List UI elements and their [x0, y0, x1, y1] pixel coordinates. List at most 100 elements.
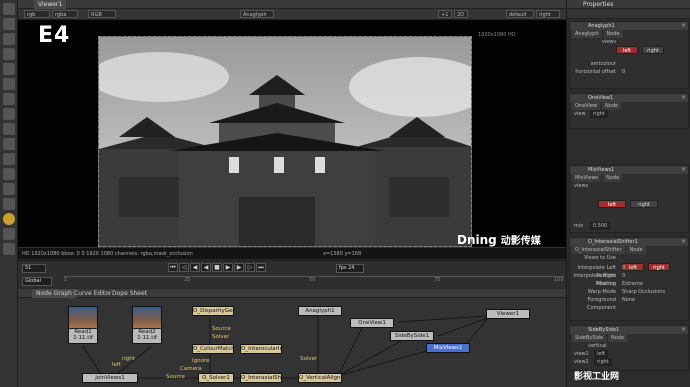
mix-value[interactable]: 0.500 [590, 222, 611, 230]
tab-node[interactable]: Node [626, 246, 646, 254]
solver-node[interactable]: O_Solver1 [198, 373, 234, 383]
tab-oneview[interactable]: OneView [572, 102, 601, 110]
warp-mode-select[interactable]: Sharp Occlusions [622, 288, 665, 296]
fg-select[interactable]: None [622, 296, 635, 304]
verticalaligner-node[interactable]: O_VerticalAligner1 [298, 373, 342, 383]
sidebyside-props-title[interactable]: SideBySide1 × [570, 326, 688, 334]
left-view-button[interactable]: left [598, 200, 626, 208]
section-title: MixViews1 [588, 167, 615, 173]
tab-interaxial[interactable]: O_InteraxialShifter [572, 246, 625, 254]
other-icon[interactable] [2, 198, 15, 210]
time-icon[interactable] [2, 48, 15, 60]
read2-node[interactable]: Read2 1-11.tif [132, 306, 162, 344]
view2-select[interactable]: right [594, 358, 612, 366]
merge-icon[interactable] [2, 123, 15, 135]
prev-key-button[interactable]: ◁ [179, 263, 189, 272]
fps-field[interactable]: fps 24 [336, 264, 364, 273]
close-icon[interactable]: × [681, 238, 686, 246]
close-icon[interactable]: × [681, 326, 686, 334]
next-key-button[interactable]: ▷ [245, 263, 255, 272]
step-back-button[interactable]: ◀ [190, 263, 200, 272]
last-frame-button[interactable]: ⏭ [256, 263, 266, 272]
section-title: OneView1 [588, 95, 614, 101]
right-view-button[interactable]: right [630, 200, 658, 208]
tab-node[interactable]: Node [603, 30, 623, 38]
viewer1-node[interactable]: Viewer1 [486, 309, 530, 319]
sidebyside-props: SideBySide1 × SideBySide Node vertical vie… [569, 325, 689, 371]
interocular-node[interactable]: O_InterocularIn1 [240, 344, 282, 354]
frame-ruler[interactable]: 1 25 50 75 100 [64, 276, 564, 288]
tab-node[interactable]: Node [603, 174, 623, 182]
interp-left-value[interactable]: 0 [622, 264, 625, 272]
mixviews-props: MixViews1 × MixViews Node views left right… [569, 165, 689, 233]
colourmatcher-node[interactable]: O_ColourMatcher1 [192, 344, 234, 354]
pointer-icon[interactable] [2, 3, 15, 15]
metadata-icon[interactable] [2, 183, 15, 195]
close-icon[interactable]: × [681, 94, 686, 102]
left-view-button[interactable]: left [616, 46, 638, 54]
solver-label: Solver [212, 334, 230, 340]
layer-select[interactable]: rgba [52, 10, 78, 18]
play-back-button[interactable]: ◀ [201, 263, 211, 272]
zoom-select[interactable]: +1 [438, 10, 452, 18]
tab-node[interactable]: Node [608, 334, 628, 342]
oneview-node[interactable]: OneView1 [350, 318, 394, 328]
stop-button[interactable]: ■ [212, 263, 222, 272]
tab-anaglyph[interactable]: Anaglyph [572, 30, 602, 38]
oneview-props-title[interactable]: OneView1 × [570, 94, 688, 102]
read1-thumbnail [69, 307, 97, 329]
plugins-icon[interactable] [2, 243, 15, 255]
view1-select[interactable]: left [594, 350, 609, 358]
frame-field[interactable]: 51 [22, 264, 46, 273]
filtering-select[interactable]: Extreme [622, 280, 643, 288]
interp-right-value[interactable]: 0 [622, 272, 625, 280]
read1-node[interactable]: Read1 1-11.tif [68, 306, 98, 344]
brand-watermark: Dning 动影传媒 [457, 232, 541, 247]
interaxial-props-title[interactable]: O_InteraxialShifter1 × [570, 238, 688, 246]
tab-node[interactable]: Node [602, 102, 622, 110]
draw-icon[interactable] [2, 33, 15, 45]
transform-icon[interactable] [2, 138, 15, 150]
sidebyside-node[interactable]: SideBySide1 [390, 331, 434, 341]
image-icon[interactable] [2, 18, 15, 30]
anaglyph-props-title[interactable]: Anaglyph1 × [570, 22, 688, 30]
interaxial-node[interactable]: O_InteraxialShifter1 [240, 373, 282, 383]
pixel-coords: x=1580 y=168 [323, 251, 362, 257]
disparity-node[interactable]: O_DisparityGenerator [192, 306, 234, 316]
3d-icon[interactable] [2, 153, 15, 165]
viewer-canvas[interactable]: E4 1920x1080 HD Dning 动影传媒 [18, 20, 566, 247]
step-forward-button[interactable]: ▶ [234, 263, 244, 272]
anaglyph-node[interactable]: Anaglyph1 [298, 306, 342, 316]
viewer-tab-bar: Viewer1 [18, 0, 566, 9]
colorspace-select[interactable]: RGB [88, 10, 116, 18]
timeline-range-select[interactable]: Global [22, 277, 52, 286]
close-icon[interactable]: × [681, 22, 686, 30]
mode-select[interactable]: 2D [454, 10, 468, 18]
mixviews-props-title[interactable]: MixViews1 × [570, 166, 688, 174]
offset-value[interactable]: 0 [622, 68, 625, 76]
keyer-icon[interactable] [2, 108, 15, 120]
play-button[interactable]: ▶ [223, 263, 233, 272]
tab-dope-sheet[interactable]: Dope Sheet [108, 289, 151, 298]
channels-select[interactable]: rgb [24, 10, 50, 18]
view-select[interactable]: right [590, 110, 608, 118]
views-icon[interactable] [2, 168, 15, 180]
tab-mixviews[interactable]: MixViews [572, 174, 602, 182]
tab-viewer1[interactable]: Viewer1 [34, 0, 67, 9]
view-select[interactable]: right [536, 10, 560, 18]
right-view-button[interactable]: right [642, 46, 664, 54]
node-graph[interactable]: Read1 1-11.tif Read2 1-11.tif JoinViews1… [18, 298, 566, 387]
tab-sidebyside[interactable]: SideBySide [572, 334, 607, 342]
furnace-icon[interactable] [2, 228, 15, 240]
color-icon[interactable] [2, 78, 15, 90]
ocula-icon[interactable] [2, 213, 15, 225]
joinviews-node[interactable]: JoinViews1 [82, 373, 138, 383]
mixviews-node[interactable]: MixViews1 [426, 343, 470, 353]
first-frame-button[interactable]: ⏮ [168, 263, 178, 272]
vertical-checkbox[interactable]: vertical [588, 342, 607, 350]
filter-icon[interactable] [2, 93, 15, 105]
a-input-select[interactable]: Anaglyph [240, 10, 274, 18]
channel-icon[interactable] [2, 63, 15, 75]
lut-select[interactable]: default [506, 10, 534, 18]
close-icon[interactable]: × [681, 166, 686, 174]
